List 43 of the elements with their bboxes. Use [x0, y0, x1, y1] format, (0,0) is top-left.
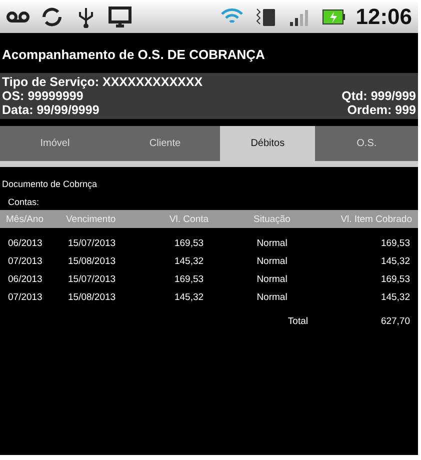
table-cell-text: Normal — [256, 256, 288, 266]
column-header: Vl. Item Cobrado — [340, 214, 413, 224]
section-title: Documento de Cobrnça — [1, 178, 98, 189]
table-cell-text: 169,53 — [173, 238, 205, 248]
quantity: Qtd: 999/999 — [342, 89, 416, 103]
tab[interactable]: Débitos — [220, 126, 316, 161]
column-header: Situação — [252, 214, 292, 224]
table-cell-text: 145,32 — [173, 256, 205, 266]
table-cell-text: 15/07/2013 — [67, 238, 117, 248]
total-value: 627,70 — [380, 316, 411, 326]
table-cell-text: 07/2013 — [7, 292, 44, 302]
table-cell-text: 169,53 — [173, 274, 205, 284]
table-cell-text: Normal — [256, 238, 288, 248]
tab[interactable]: Cliente — [110, 126, 220, 161]
table-cell-text: 145,32 — [380, 256, 411, 266]
table-cell-text: 169,53 — [380, 274, 411, 284]
os-number: OS: 99999999 — [2, 89, 84, 103]
total-label: Total — [286, 316, 309, 326]
date: Data: 99/99/9999 — [2, 103, 100, 117]
screen-title: Acompanhamento de O.S. DE COBRANÇA — [1, 46, 266, 64]
table-cell-text: 06/2013 — [7, 238, 44, 248]
list-label: Contas: — [7, 196, 40, 207]
sync-icon — [40, 6, 64, 28]
table-cell-text: 06/2013 — [7, 274, 44, 284]
service-type: Tipo de Serviço: XXXXXXXXXXXX — [2, 75, 203, 89]
table-cell-text: 145,32 — [380, 292, 411, 302]
table-cell-text: 15/07/2013 — [67, 274, 117, 284]
table-cell-text: Normal — [256, 292, 288, 302]
column-header: Mês/Ano — [5, 214, 44, 224]
phone-signal-icon — [254, 6, 278, 28]
tab[interactable]: Imóvel — [0, 126, 110, 161]
monitor-icon — [108, 6, 132, 28]
table-cell-text: 15/08/2013 — [67, 292, 117, 302]
column-header: Vl. Conta — [168, 214, 210, 224]
order: Ordem: 999 — [347, 103, 416, 117]
clock-time: 12:06 — [356, 4, 412, 30]
table-cell-text: 145,32 — [173, 292, 205, 302]
table-cell-text: Normal — [256, 274, 288, 284]
column-header: Vencimento — [65, 214, 117, 224]
table-cell-text: 15/08/2013 — [67, 256, 117, 266]
table-cell-text: 07/2013 — [7, 256, 44, 266]
tab[interactable]: O.S. — [315, 126, 418, 161]
table-cell-text: 169,53 — [380, 238, 411, 248]
